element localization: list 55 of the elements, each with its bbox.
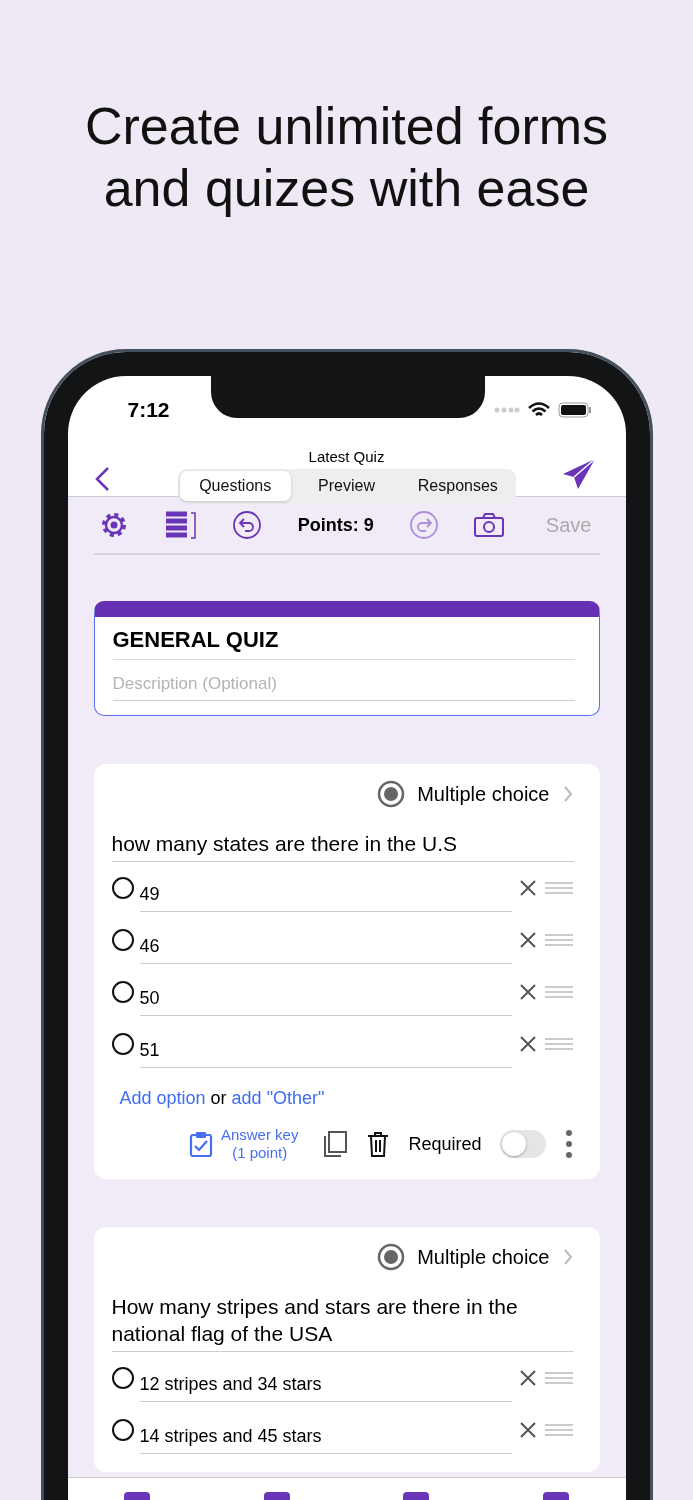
option-field[interactable]: 46: [139, 924, 512, 964]
drag-handle-icon[interactable]: [543, 985, 574, 999]
radio-icon: [377, 780, 406, 808]
clipboard-check-icon: [188, 1130, 213, 1158]
add-option-link[interactable]: Add option: [119, 1088, 206, 1109]
nav-title: Latest Quiz: [307, 447, 386, 465]
close-icon[interactable]: [517, 982, 538, 1002]
add-other-link[interactable]: add "Other": [231, 1088, 325, 1109]
radio-button[interactable]: [111, 929, 134, 951]
camera-icon[interactable]: [474, 512, 505, 538]
drag-handle-icon[interactable]: [543, 933, 574, 947]
drag-handle-icon[interactable]: [543, 881, 574, 895]
radio-button[interactable]: [111, 981, 134, 1003]
question-type-label[interactable]: Multiple choice: [417, 1245, 550, 1269]
question-field[interactable]: How many stripes and stars are there in the national flag of the USA: [111, 1271, 574, 1352]
back-icon[interactable]: [93, 466, 110, 492]
drag-handle-icon[interactable]: [543, 1037, 574, 1051]
close-icon[interactable]: [517, 1368, 538, 1388]
radio-button[interactable]: [111, 877, 134, 899]
question-type-label[interactable]: Multiple choice: [417, 782, 550, 806]
close-icon[interactable]: [517, 930, 538, 950]
status-time: 7:12: [127, 398, 170, 422]
undo-icon[interactable]: [232, 510, 263, 540]
reorder-list-icon[interactable]: [164, 510, 197, 540]
answer-key-button[interactable]: Answer key (1 point): [182, 1125, 305, 1163]
required-label: Required: [408, 1133, 482, 1155]
option-field[interactable]: 14 stripes and 45 stars: [139, 1414, 512, 1454]
radio-button[interactable]: [111, 1033, 134, 1055]
question-field[interactable]: how many states are there in the U.S: [111, 808, 574, 862]
drag-handle-icon[interactable]: [543, 1371, 574, 1385]
radio-icon: [377, 1243, 406, 1271]
points-count: Points: 9: [297, 514, 374, 536]
close-icon[interactable]: [517, 1420, 538, 1440]
send-icon[interactable]: [561, 458, 596, 490]
close-icon[interactable]: [517, 1034, 538, 1054]
option-field[interactable]: 50: [139, 976, 512, 1016]
more-icon[interactable]: [563, 1129, 574, 1159]
signal-icon: [493, 406, 520, 414]
radio-button[interactable]: [111, 1419, 134, 1441]
copy-icon[interactable]: [322, 1130, 349, 1158]
trash-icon[interactable]: [366, 1130, 391, 1158]
drag-handle-icon[interactable]: [543, 1423, 574, 1437]
close-icon[interactable]: [517, 878, 538, 898]
option-field[interactable]: 51: [139, 1028, 512, 1068]
segment-tab[interactable]: Preview: [290, 471, 403, 501]
option-field[interactable]: 12 stripes and 34 stars: [139, 1362, 512, 1402]
required-toggle[interactable]: [499, 1130, 546, 1158]
headline: Create unlimited forms and quizes with ease: [83, 96, 610, 219]
radio-button[interactable]: [111, 1367, 134, 1389]
battery-icon: [557, 402, 592, 418]
wifi-icon: [527, 402, 550, 418]
or-text: or: [210, 1088, 227, 1109]
segment-tab[interactable]: Responses: [402, 471, 514, 501]
segment-tab[interactable]: Questions: [179, 471, 291, 501]
option-field[interactable]: 49: [139, 872, 512, 912]
